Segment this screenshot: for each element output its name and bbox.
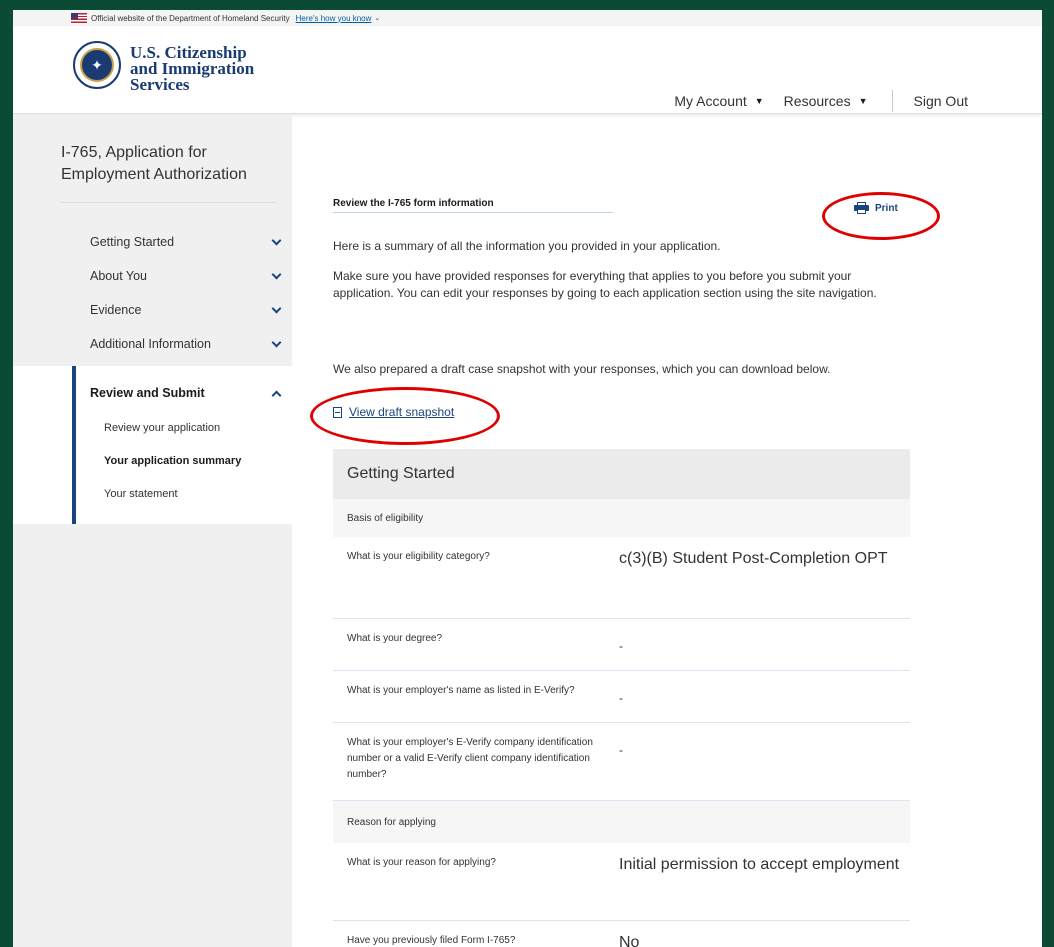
row-question: What is your reason for applying? <box>347 857 496 868</box>
annotation-circle-print <box>822 192 940 240</box>
caret-down-icon: ▼ <box>754 96 764 106</box>
summary-section-header: Getting Started <box>333 449 910 499</box>
snapshot-intro-text: We also prepared a draft case snapshot w… <box>333 362 831 376</box>
table-row: What is your degree? - <box>333 619 910 671</box>
main-content: Review the I-765 form information Print … <box>292 114 1042 947</box>
sidebar-item-label: Additional Information <box>90 337 211 351</box>
resources-menu[interactable]: Resources ▼ <box>784 93 868 109</box>
chevron-down-icon <box>271 235 282 245</box>
row-question: What is your employer's name as listed i… <box>347 685 575 696</box>
row-answer: c(3)(B) Student Post-Completion OPT <box>619 550 888 567</box>
summary-group-header: Reason for applying <box>333 801 910 843</box>
my-account-label: My Account <box>674 93 747 109</box>
summary-group-header: Basis of eligibility <box>333 499 910 537</box>
table-row: What is your eligibility category? c(3)(… <box>333 537 910 619</box>
table-row: What is your employer's E-Verify company… <box>333 723 910 801</box>
chevron-down-icon[interactable]: ⌄ <box>374 14 380 22</box>
agency-name-line3: Services <box>130 75 190 94</box>
header-nav: My Account ▼ Resources ▼ Sign Out <box>674 90 968 112</box>
row-answer: - <box>619 691 623 705</box>
table-row: Have you previously filed Form I-765? No <box>333 921 910 947</box>
sidebar-item-about-you[interactable]: About You <box>90 269 282 283</box>
sidebar-subitem-your-statement[interactable]: Your statement <box>104 488 178 500</box>
resources-label: Resources <box>783 93 851 109</box>
sidebar-item-additional-information[interactable]: Additional Information <box>90 337 282 351</box>
chevron-up-icon <box>271 390 282 400</box>
row-question: What is your eligibility category? <box>347 551 490 562</box>
dhs-seal-logo[interactable]: ✦ <box>73 41 121 89</box>
sidebar-item-review-and-submit[interactable]: Review and Submit <box>90 386 282 400</box>
table-row: What is your reason for applying? Initia… <box>333 843 910 921</box>
agency-name[interactable]: U.S. Citizenship and Immigration Service… <box>130 44 254 94</box>
chevron-down-icon <box>271 303 282 313</box>
caret-down-icon: ▼ <box>858 96 868 106</box>
us-flag-icon <box>71 13 87 23</box>
row-answer: - <box>619 639 623 653</box>
sidebar: I-765, Application for Employment Author… <box>13 114 292 947</box>
sidebar-subitem-your-application-summary[interactable]: Your application summary <box>104 455 241 467</box>
eagle-icon: ✦ <box>80 48 114 82</box>
sidebar-active-section: Review and Submit Review your applicatio… <box>13 366 292 524</box>
row-question: What is your employer's E-Verify company… <box>347 737 593 780</box>
sidebar-item-getting-started[interactable]: Getting Started <box>90 235 282 249</box>
table-row: What is your employer's name as listed i… <box>333 671 910 723</box>
row-answer: Initial permission to accept employment <box>619 856 900 873</box>
sign-out-link[interactable]: Sign Out <box>914 93 968 109</box>
gov-banner: Official website of the Department of Ho… <box>13 10 1042 26</box>
chevron-down-icon <box>271 337 282 347</box>
sidebar-item-evidence[interactable]: Evidence <box>90 303 282 317</box>
section-heading: Review the I-765 form information <box>333 198 494 209</box>
row-answer: - <box>619 743 623 757</box>
row-question: What is your degree? <box>347 633 443 644</box>
sidebar-subitem-review-your-application[interactable]: Review your application <box>104 422 220 434</box>
row-question: Have you previously filed Form I-765? <box>347 935 516 946</box>
chevron-down-icon <box>271 269 282 279</box>
row-answer: No <box>619 934 640 947</box>
active-indicator-bar <box>72 366 76 524</box>
sidebar-divider <box>61 202 276 203</box>
summary-intro-text: Here is a summary of all the information… <box>333 239 721 253</box>
sidebar-item-label: Getting Started <box>90 235 175 249</box>
instructions-text: Make sure you have provided responses fo… <box>333 269 877 300</box>
my-account-menu[interactable]: My Account ▼ <box>674 93 763 109</box>
browser-frame: Official website of the Department of Ho… <box>13 10 1042 947</box>
heres-how-you-know-link[interactable]: Here's how you know <box>296 14 372 23</box>
sidebar-item-label: About You <box>90 269 148 283</box>
form-title: I-765, Application for Employment Author… <box>61 144 247 183</box>
banner-text: Official website of the Department of Ho… <box>91 13 290 23</box>
site-header: ✦ U.S. Citizenship and Immigration Servi… <box>13 26 1042 114</box>
nav-divider <box>891 90 893 112</box>
annotation-circle-snapshot <box>310 387 500 445</box>
sidebar-item-label: Review and Submit <box>90 386 205 400</box>
application-summary-table: Getting Started Basis of eligibility Wha… <box>333 449 910 947</box>
heading-underline <box>333 212 613 213</box>
sidebar-item-label: Evidence <box>90 303 142 317</box>
